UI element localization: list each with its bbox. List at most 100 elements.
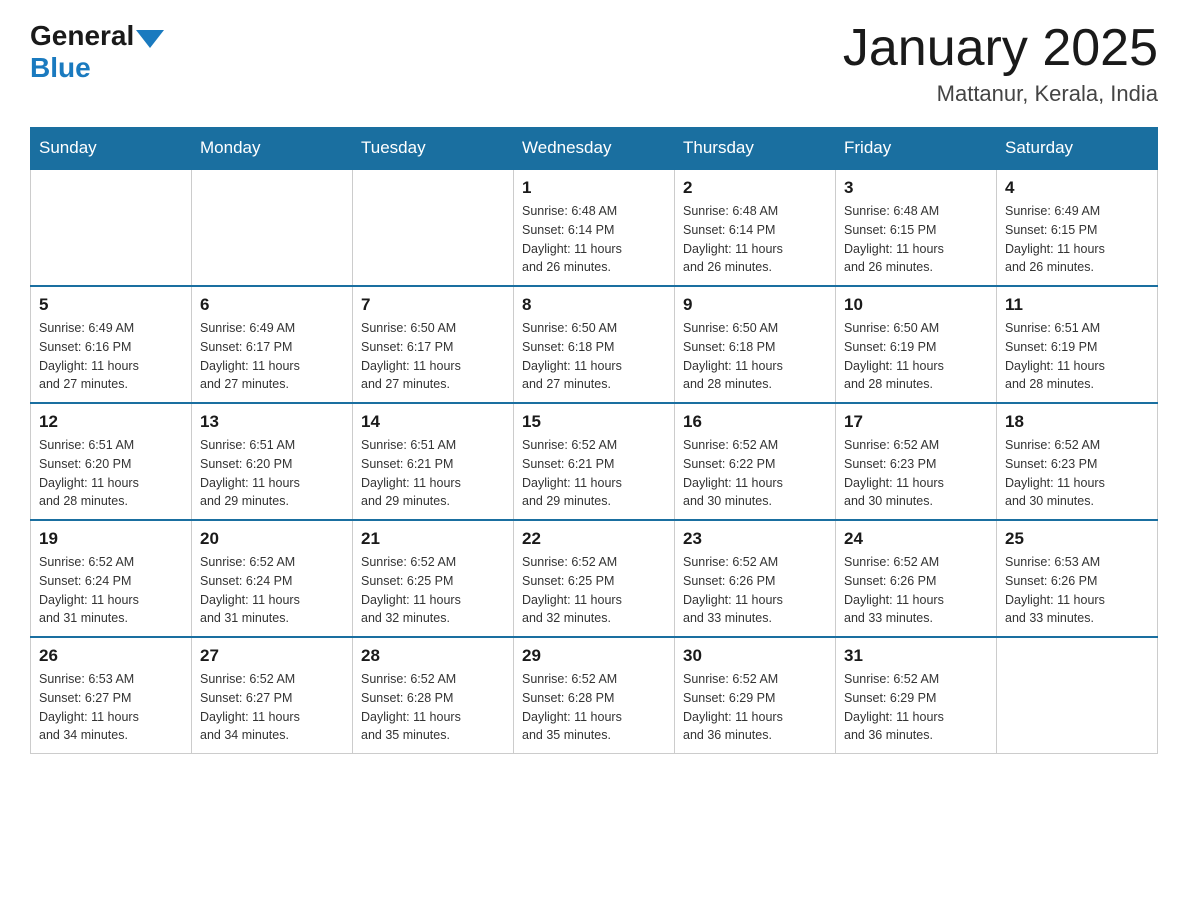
day-number: 14	[361, 412, 505, 432]
calendar-cell	[192, 169, 353, 286]
day-number: 19	[39, 529, 183, 549]
day-info: Sunrise: 6:52 AM Sunset: 6:27 PM Dayligh…	[200, 670, 344, 745]
calendar-cell: 30 Sunrise: 6:52 AM Sunset: 6:29 PM Dayli…	[675, 637, 836, 754]
day-number: 22	[522, 529, 666, 549]
day-info: Sunrise: 6:48 AM Sunset: 6:14 PM Dayligh…	[683, 202, 827, 277]
logo-blue: Blue	[30, 52, 164, 84]
day-info: Sunrise: 6:51 AM Sunset: 6:21 PM Dayligh…	[361, 436, 505, 511]
day-number: 10	[844, 295, 988, 315]
day-number: 13	[200, 412, 344, 432]
day-number: 18	[1005, 412, 1149, 432]
day-info: Sunrise: 6:50 AM Sunset: 6:19 PM Dayligh…	[844, 319, 988, 394]
calendar-cell	[997, 637, 1158, 754]
day-info: Sunrise: 6:51 AM Sunset: 6:20 PM Dayligh…	[39, 436, 183, 511]
calendar-cell: 16 Sunrise: 6:52 AM Sunset: 6:22 PM Dayli…	[675, 403, 836, 520]
location: Mattanur, Kerala, India	[843, 81, 1158, 107]
week-row-4: 19 Sunrise: 6:52 AM Sunset: 6:24 PM Dayli…	[31, 520, 1158, 637]
calendar-cell: 27 Sunrise: 6:52 AM Sunset: 6:27 PM Dayli…	[192, 637, 353, 754]
day-number: 11	[1005, 295, 1149, 315]
day-number: 20	[200, 529, 344, 549]
logo: General Blue	[30, 20, 164, 84]
calendar-cell: 20 Sunrise: 6:52 AM Sunset: 6:24 PM Dayli…	[192, 520, 353, 637]
calendar-cell: 8Sunrise: 6:50 AM Sunset: 6:18 PM Daylig…	[514, 286, 675, 403]
day-info: Sunrise: 6:52 AM Sunset: 6:25 PM Dayligh…	[361, 553, 505, 628]
day-info: Sunrise: 6:52 AM Sunset: 6:23 PM Dayligh…	[1005, 436, 1149, 511]
day-info: Sunrise: 6:48 AM Sunset: 6:14 PM Dayligh…	[522, 202, 666, 277]
calendar-cell: 31 Sunrise: 6:52 AM Sunset: 6:29 PM Dayli…	[836, 637, 997, 754]
day-info: Sunrise: 6:50 AM Sunset: 6:17 PM Dayligh…	[361, 319, 505, 394]
day-number: 7	[361, 295, 505, 315]
day-number: 4	[1005, 178, 1149, 198]
calendar-cell: 19Sunrise: 6:52 AM Sunset: 6:24 PM Dayli…	[31, 520, 192, 637]
calendar-cell: 5 Sunrise: 6:49 AM Sunset: 6:16 PM Daylig…	[31, 286, 192, 403]
day-info: Sunrise: 6:52 AM Sunset: 6:24 PM Dayligh…	[200, 553, 344, 628]
calendar-table: SundayMondayTuesdayWednesdayThursdayFrid…	[30, 127, 1158, 754]
calendar-cell: 17 Sunrise: 6:52 AM Sunset: 6:23 PM Dayli…	[836, 403, 997, 520]
day-info: Sunrise: 6:52 AM Sunset: 6:29 PM Dayligh…	[844, 670, 988, 745]
day-number: 31	[844, 646, 988, 666]
week-row-5: 26Sunrise: 6:53 AM Sunset: 6:27 PM Dayli…	[31, 637, 1158, 754]
calendar-cell: 25 Sunrise: 6:53 AM Sunset: 6:26 PM Dayli…	[997, 520, 1158, 637]
weekday-header-sunday: Sunday	[31, 128, 192, 170]
day-info: Sunrise: 6:49 AM Sunset: 6:15 PM Dayligh…	[1005, 202, 1149, 277]
day-info: Sunrise: 6:50 AM Sunset: 6:18 PM Dayligh…	[522, 319, 666, 394]
day-number: 3	[844, 178, 988, 198]
calendar-cell: 24 Sunrise: 6:52 AM Sunset: 6:26 PM Dayli…	[836, 520, 997, 637]
day-info: Sunrise: 6:51 AM Sunset: 6:19 PM Dayligh…	[1005, 319, 1149, 394]
day-number: 21	[361, 529, 505, 549]
day-number: 26	[39, 646, 183, 666]
weekday-header-thursday: Thursday	[675, 128, 836, 170]
calendar-cell: 11 Sunrise: 6:51 AM Sunset: 6:19 PM Dayli…	[997, 286, 1158, 403]
calendar-cell: 26Sunrise: 6:53 AM Sunset: 6:27 PM Dayli…	[31, 637, 192, 754]
calendar-cell: 18 Sunrise: 6:52 AM Sunset: 6:23 PM Dayli…	[997, 403, 1158, 520]
day-info: Sunrise: 6:51 AM Sunset: 6:20 PM Dayligh…	[200, 436, 344, 511]
weekday-header-monday: Monday	[192, 128, 353, 170]
day-info: Sunrise: 6:52 AM Sunset: 6:25 PM Dayligh…	[522, 553, 666, 628]
calendar-cell: 22 Sunrise: 6:52 AM Sunset: 6:25 PM Dayli…	[514, 520, 675, 637]
calendar-cell: 3 Sunrise: 6:48 AM Sunset: 6:15 PM Daylig…	[836, 169, 997, 286]
calendar-cell: 13 Sunrise: 6:51 AM Sunset: 6:20 PM Dayli…	[192, 403, 353, 520]
day-number: 16	[683, 412, 827, 432]
day-number: 28	[361, 646, 505, 666]
calendar-cell	[31, 169, 192, 286]
weekday-header-tuesday: Tuesday	[353, 128, 514, 170]
day-info: Sunrise: 6:48 AM Sunset: 6:15 PM Dayligh…	[844, 202, 988, 277]
week-row-2: 5 Sunrise: 6:49 AM Sunset: 6:16 PM Daylig…	[31, 286, 1158, 403]
calendar-cell: 12Sunrise: 6:51 AM Sunset: 6:20 PM Dayli…	[31, 403, 192, 520]
day-number: 25	[1005, 529, 1149, 549]
day-number: 1	[522, 178, 666, 198]
day-info: Sunrise: 6:49 AM Sunset: 6:17 PM Dayligh…	[200, 319, 344, 394]
title-section: January 2025 Mattanur, Kerala, India	[843, 20, 1158, 107]
day-info: Sunrise: 6:52 AM Sunset: 6:28 PM Dayligh…	[522, 670, 666, 745]
day-number: 23	[683, 529, 827, 549]
day-info: Sunrise: 6:49 AM Sunset: 6:16 PM Dayligh…	[39, 319, 183, 394]
calendar-cell: 9Sunrise: 6:50 AM Sunset: 6:18 PM Daylig…	[675, 286, 836, 403]
calendar-cell: 21 Sunrise: 6:52 AM Sunset: 6:25 PM Dayli…	[353, 520, 514, 637]
calendar-cell: 10 Sunrise: 6:50 AM Sunset: 6:19 PM Dayli…	[836, 286, 997, 403]
weekday-header-row: SundayMondayTuesdayWednesdayThursdayFrid…	[31, 128, 1158, 170]
calendar-cell: 2 Sunrise: 6:48 AM Sunset: 6:14 PM Daylig…	[675, 169, 836, 286]
day-number: 17	[844, 412, 988, 432]
weekday-header-saturday: Saturday	[997, 128, 1158, 170]
day-info: Sunrise: 6:52 AM Sunset: 6:21 PM Dayligh…	[522, 436, 666, 511]
day-info: Sunrise: 6:52 AM Sunset: 6:23 PM Dayligh…	[844, 436, 988, 511]
logo-general: General	[30, 20, 134, 52]
month-title: January 2025	[843, 20, 1158, 77]
calendar-cell: 15Sunrise: 6:52 AM Sunset: 6:21 PM Dayli…	[514, 403, 675, 520]
day-info: Sunrise: 6:52 AM Sunset: 6:29 PM Dayligh…	[683, 670, 827, 745]
calendar-cell: 7 Sunrise: 6:50 AM Sunset: 6:17 PM Daylig…	[353, 286, 514, 403]
day-info: Sunrise: 6:52 AM Sunset: 6:22 PM Dayligh…	[683, 436, 827, 511]
day-number: 30	[683, 646, 827, 666]
day-info: Sunrise: 6:52 AM Sunset: 6:28 PM Dayligh…	[361, 670, 505, 745]
day-info: Sunrise: 6:50 AM Sunset: 6:18 PM Dayligh…	[683, 319, 827, 394]
day-number: 5	[39, 295, 183, 315]
day-info: Sunrise: 6:52 AM Sunset: 6:26 PM Dayligh…	[844, 553, 988, 628]
calendar-cell	[353, 169, 514, 286]
calendar-cell: 28 Sunrise: 6:52 AM Sunset: 6:28 PM Dayli…	[353, 637, 514, 754]
day-info: Sunrise: 6:52 AM Sunset: 6:26 PM Dayligh…	[683, 553, 827, 628]
calendar-cell: 14 Sunrise: 6:51 AM Sunset: 6:21 PM Dayli…	[353, 403, 514, 520]
day-number: 27	[200, 646, 344, 666]
day-number: 2	[683, 178, 827, 198]
day-info: Sunrise: 6:53 AM Sunset: 6:26 PM Dayligh…	[1005, 553, 1149, 628]
day-number: 24	[844, 529, 988, 549]
